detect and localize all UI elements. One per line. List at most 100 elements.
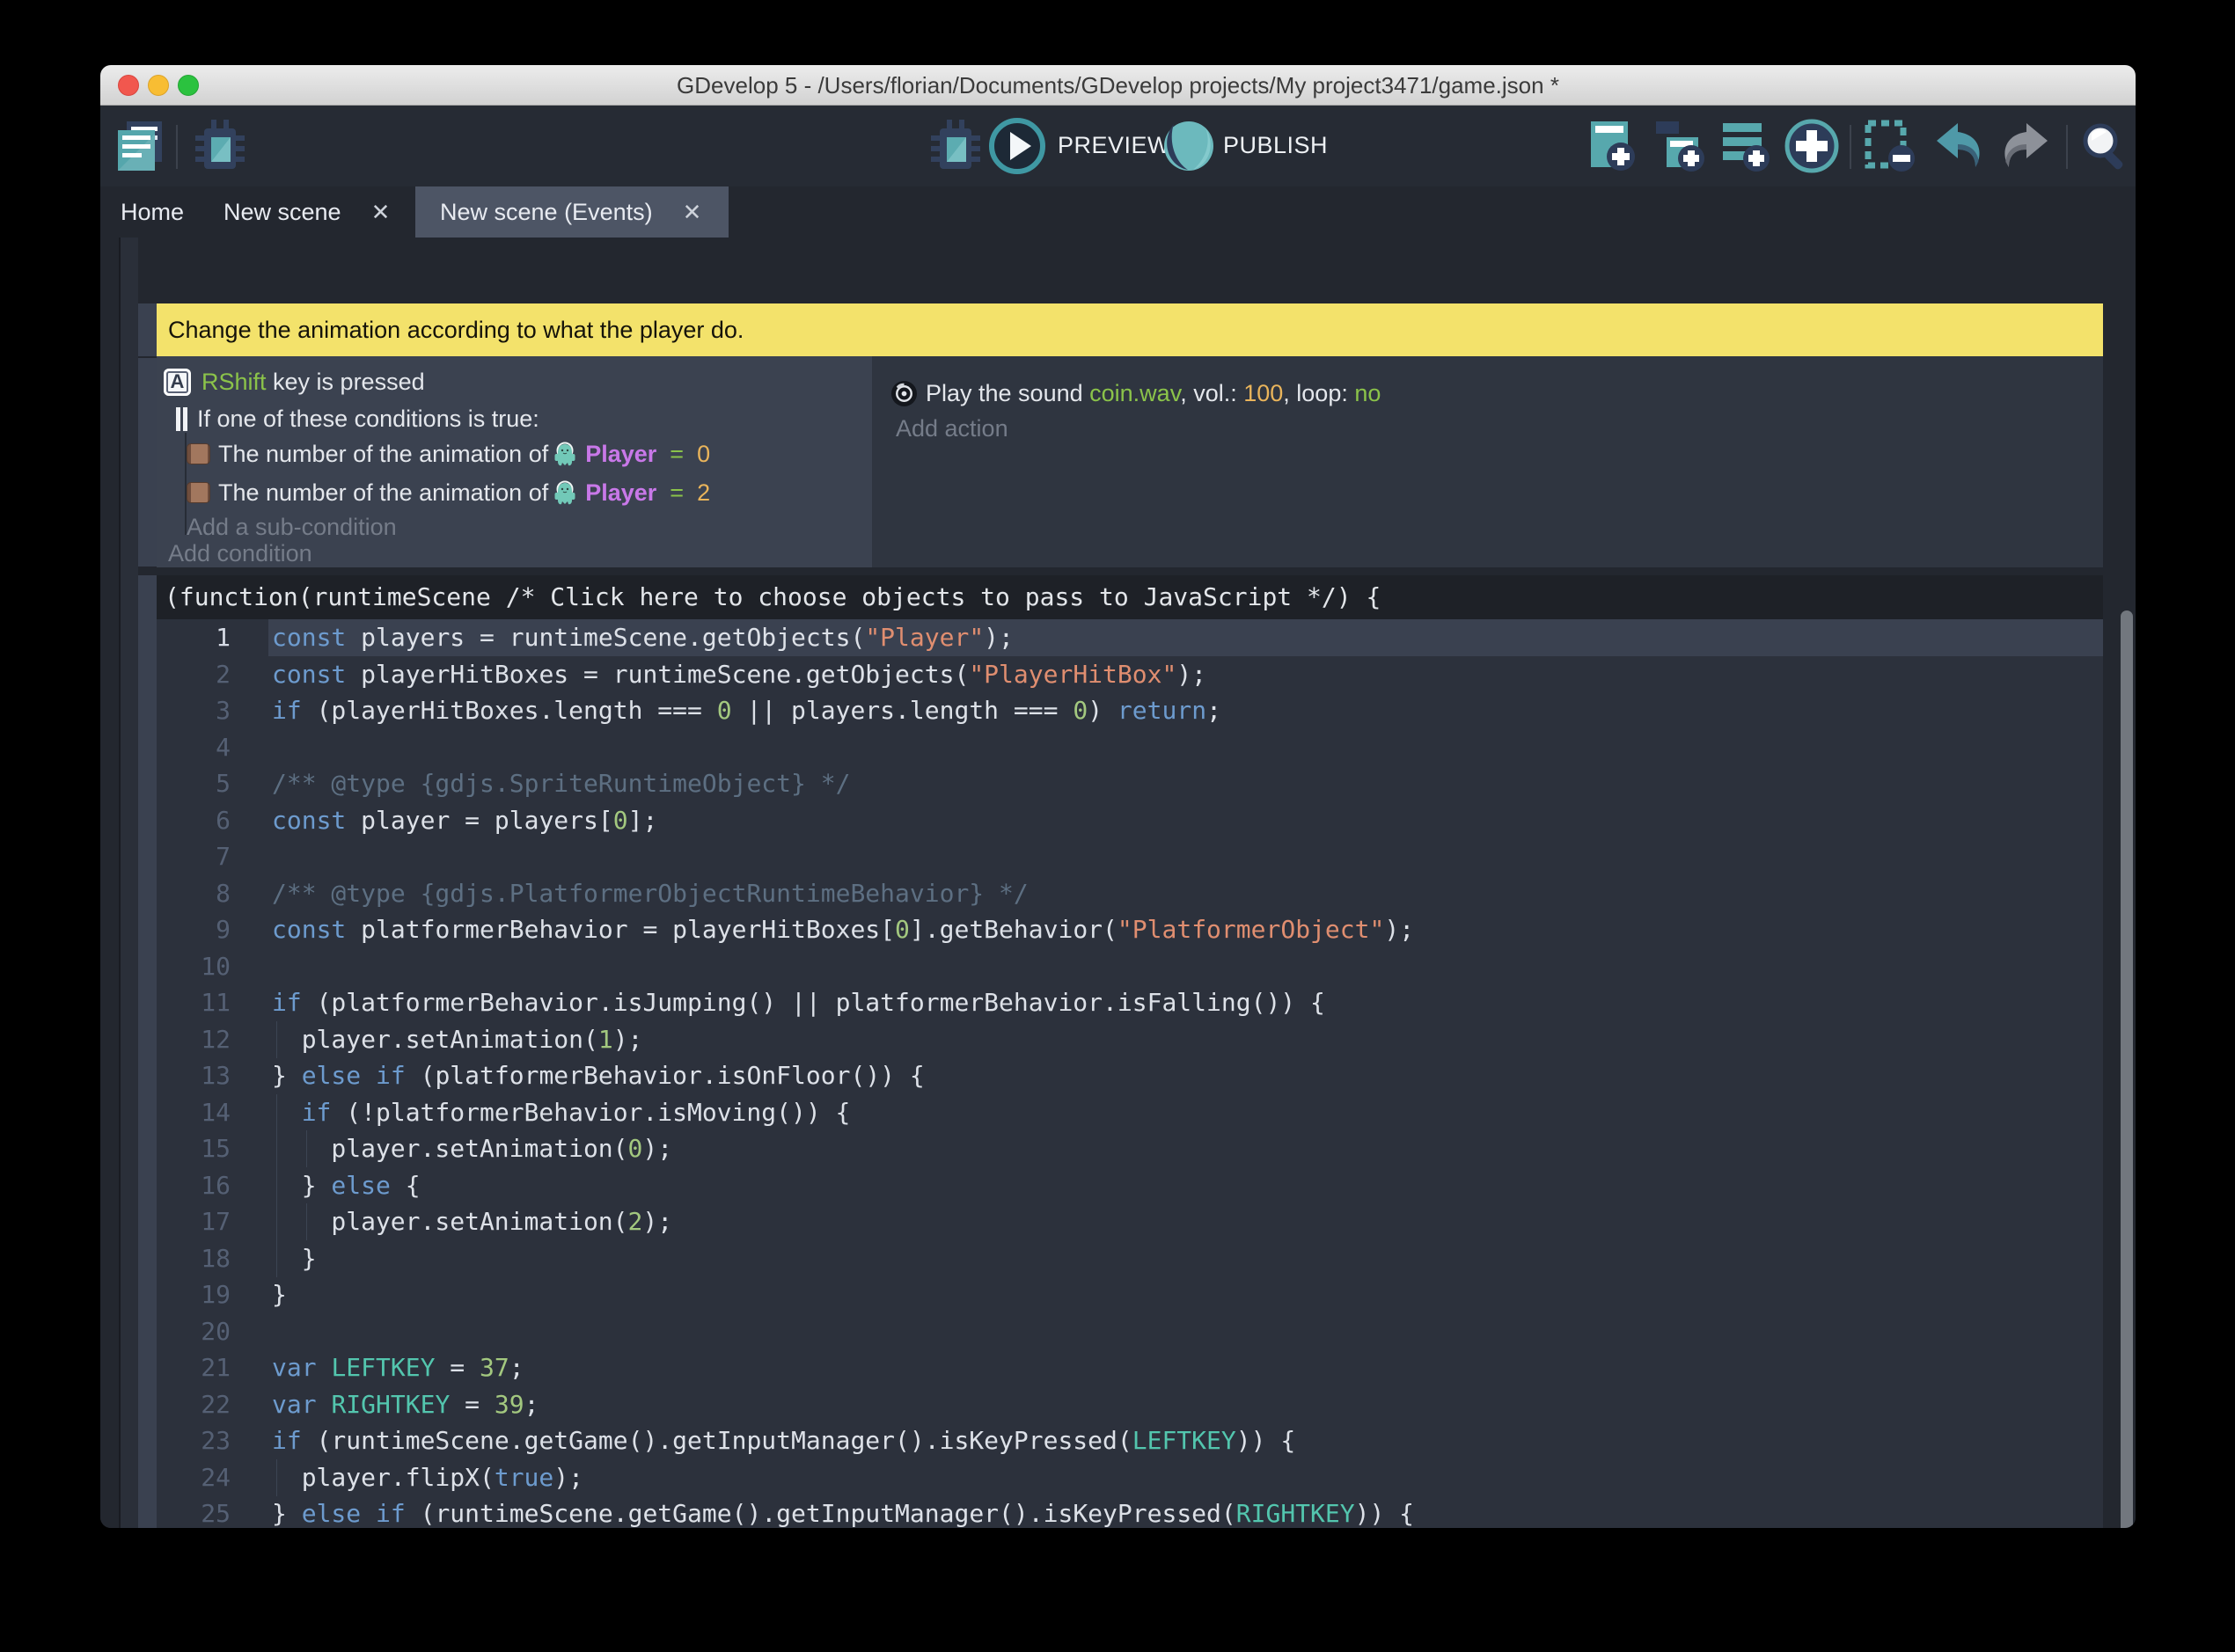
project-manager-icon[interactable] bbox=[113, 118, 169, 174]
code-line-2[interactable]: 2const playerHitBoxes = runtimeScene.get… bbox=[157, 656, 2103, 693]
tab-new-scene[interactable]: New scene ✕ bbox=[211, 186, 415, 238]
object-name: Player bbox=[585, 441, 656, 468]
tab-label: New scene bbox=[224, 199, 341, 226]
code-line-23[interactable]: 23if (runtimeScene.getGame().getInputMan… bbox=[157, 1422, 2103, 1459]
code-line-5[interactable]: 5/** @type {gdjs.SpriteRuntimeObject} */ bbox=[157, 765, 2103, 802]
line-number: 4 bbox=[157, 729, 231, 766]
add-action-link[interactable]: Add action bbox=[896, 413, 1008, 444]
or-condition-header[interactable]: If one of these conditions is true: bbox=[176, 403, 539, 435]
line-number: 10 bbox=[157, 948, 231, 985]
tab-new-scene-events-[interactable]: New scene (Events)✕ bbox=[415, 186, 729, 238]
redo-icon[interactable] bbox=[1997, 118, 2053, 174]
animation-icon bbox=[187, 482, 210, 503]
preview-button[interactable]: PREVIEW bbox=[1058, 132, 1170, 159]
code-line-15[interactable]: 15player.setAnimation(0); bbox=[157, 1130, 2103, 1167]
window-title: GDevelop 5 - /Users/florian/Documents/GD… bbox=[100, 65, 2136, 106]
code-editor[interactable]: 1const players = runtimeScene.getObjects… bbox=[157, 619, 2103, 1528]
preview-play-icon[interactable] bbox=[987, 116, 1047, 176]
code-line-22[interactable]: 22var RIGHTKEY = 39; bbox=[157, 1386, 2103, 1423]
vertical-scrollbar-thumb[interactable] bbox=[2121, 610, 2133, 1528]
code-line-18[interactable]: 18} bbox=[157, 1240, 2103, 1277]
publish-sphere-icon[interactable] bbox=[1161, 119, 1216, 173]
code-line-21[interactable]: 21var LEFTKEY = 37; bbox=[157, 1349, 2103, 1386]
gdevelop-window: GDevelop 5 - /Users/florian/Documents/GD… bbox=[100, 65, 2136, 1528]
tab-close-icon[interactable]: ✕ bbox=[683, 201, 702, 223]
line-number: 7 bbox=[157, 838, 231, 875]
event-handle-event[interactable] bbox=[138, 358, 157, 567]
code-line-14[interactable]: 14if (!platformerBehavior.isMoving()) { bbox=[157, 1094, 2103, 1131]
player-object-icon bbox=[552, 479, 578, 506]
line-number: 8 bbox=[157, 875, 231, 912]
toolbar: PREVIEW PUBLISH bbox=[100, 106, 2136, 186]
code-line-13[interactable]: 13} else if (platformerBehavior.isOnFloo… bbox=[157, 1057, 2103, 1094]
delete-selection-icon[interactable] bbox=[1863, 118, 1919, 174]
comment-text: Change the animation according to what t… bbox=[168, 317, 744, 344]
or-icon bbox=[176, 407, 187, 431]
code-line-12[interactable]: 12player.setAnimation(1); bbox=[157, 1021, 2103, 1058]
sound-icon bbox=[890, 380, 918, 407]
line-number: 20 bbox=[157, 1313, 231, 1350]
object-name: Player bbox=[585, 479, 656, 507]
js-code-header[interactable]: (function(runtimeScene /* Click here to … bbox=[157, 575, 2103, 619]
comment-event[interactable]: Change the animation according to what t… bbox=[157, 303, 2103, 356]
add-event-icon[interactable] bbox=[1584, 118, 1640, 174]
events-sheet: Change the animation according to what t… bbox=[100, 238, 2136, 1528]
add-more-events-icon[interactable] bbox=[1784, 118, 1840, 174]
line-number: 21 bbox=[157, 1349, 231, 1386]
value: 2 bbox=[697, 479, 710, 507]
code-line-3[interactable]: 3if (playerHitBoxes.length === 0 || play… bbox=[157, 692, 2103, 729]
tab-label: Home bbox=[121, 199, 184, 226]
toolbar-separator bbox=[176, 125, 178, 169]
line-number: 22 bbox=[157, 1386, 231, 1423]
sub-condition-animation-2[interactable]: The number of the animation ofPlayer = 2 bbox=[187, 477, 710, 508]
line-number: 13 bbox=[157, 1057, 231, 1094]
code-line-16[interactable]: 16} else { bbox=[157, 1167, 2103, 1204]
action-text: Play the sound coin.wav, vol.: 100, loop… bbox=[926, 380, 1381, 407]
search-icon[interactable] bbox=[2076, 118, 2132, 174]
add-comment-icon[interactable] bbox=[1718, 118, 1774, 174]
toolbar-separator bbox=[1850, 125, 1851, 169]
action-play-sound[interactable]: Play the sound coin.wav, vol.: 100, loop… bbox=[890, 377, 1381, 409]
conditions-panel: A RShift key is pressed If one of these … bbox=[157, 356, 872, 567]
undo-icon[interactable] bbox=[1931, 118, 1988, 174]
code-line-24[interactable]: 24player.flipX(true); bbox=[157, 1459, 2103, 1496]
line-number: 14 bbox=[157, 1094, 231, 1131]
code-line-20[interactable]: 20 bbox=[157, 1313, 2103, 1350]
add-subevent-icon[interactable] bbox=[1652, 118, 1709, 174]
line-number: 9 bbox=[157, 911, 231, 948]
debugger-icon[interactable] bbox=[192, 118, 248, 174]
event-handle-js[interactable] bbox=[138, 575, 157, 1528]
code-line-11[interactable]: 11if (platformerBehavior.isJumping() || … bbox=[157, 984, 2103, 1021]
publish-button[interactable]: PUBLISH bbox=[1223, 132, 1328, 159]
event-handle-comment[interactable] bbox=[138, 303, 157, 356]
actions-panel: Play the sound coin.wav, vol.: 100, loop… bbox=[872, 356, 2103, 567]
animation-icon bbox=[187, 443, 210, 464]
code-line-10[interactable]: 10 bbox=[157, 948, 2103, 985]
line-number: 12 bbox=[157, 1021, 231, 1058]
events-margin-rail bbox=[119, 238, 138, 1528]
line-number: 25 bbox=[157, 1495, 231, 1528]
toolbar-separator bbox=[2066, 125, 2068, 169]
code-line-17[interactable]: 17player.setAnimation(2); bbox=[157, 1203, 2103, 1240]
code-line-19[interactable]: 19} bbox=[157, 1276, 2103, 1313]
code-line-25[interactable]: 25} else if (runtimeScene.getGame().getI… bbox=[157, 1495, 2103, 1528]
tab-home[interactable]: Home bbox=[100, 186, 211, 238]
code-line-4[interactable]: 4 bbox=[157, 729, 2103, 766]
condition-key-pressed[interactable]: A RShift key is pressed bbox=[164, 366, 425, 398]
keyboard-key-icon: A bbox=[164, 369, 191, 396]
value: 0 bbox=[697, 441, 710, 468]
add-condition-link[interactable]: Add condition bbox=[168, 537, 312, 569]
line-number: 15 bbox=[157, 1130, 231, 1167]
debug-icon[interactable] bbox=[927, 118, 984, 174]
sub-condition-animation-0[interactable]: The number of the animation ofPlayer = 0 bbox=[187, 438, 710, 470]
player-object-icon bbox=[552, 441, 578, 467]
code-line-9[interactable]: 9const platformerBehavior = playerHitBox… bbox=[157, 911, 2103, 948]
code-line-7[interactable]: 7 bbox=[157, 838, 2103, 875]
code-line-6[interactable]: 6const player = players[0]; bbox=[157, 802, 2103, 839]
tab-close-icon[interactable]: ✕ bbox=[371, 201, 391, 223]
code-line-1[interactable]: 1const players = runtimeScene.getObjects… bbox=[157, 619, 2103, 656]
line-number: 2 bbox=[157, 656, 231, 693]
titlebar: GDevelop 5 - /Users/florian/Documents/GD… bbox=[100, 65, 2136, 106]
sub-condition-text: The number of the animation of bbox=[218, 479, 548, 507]
code-line-8[interactable]: 8/** @type {gdjs.PlatformerObjectRuntime… bbox=[157, 875, 2103, 912]
